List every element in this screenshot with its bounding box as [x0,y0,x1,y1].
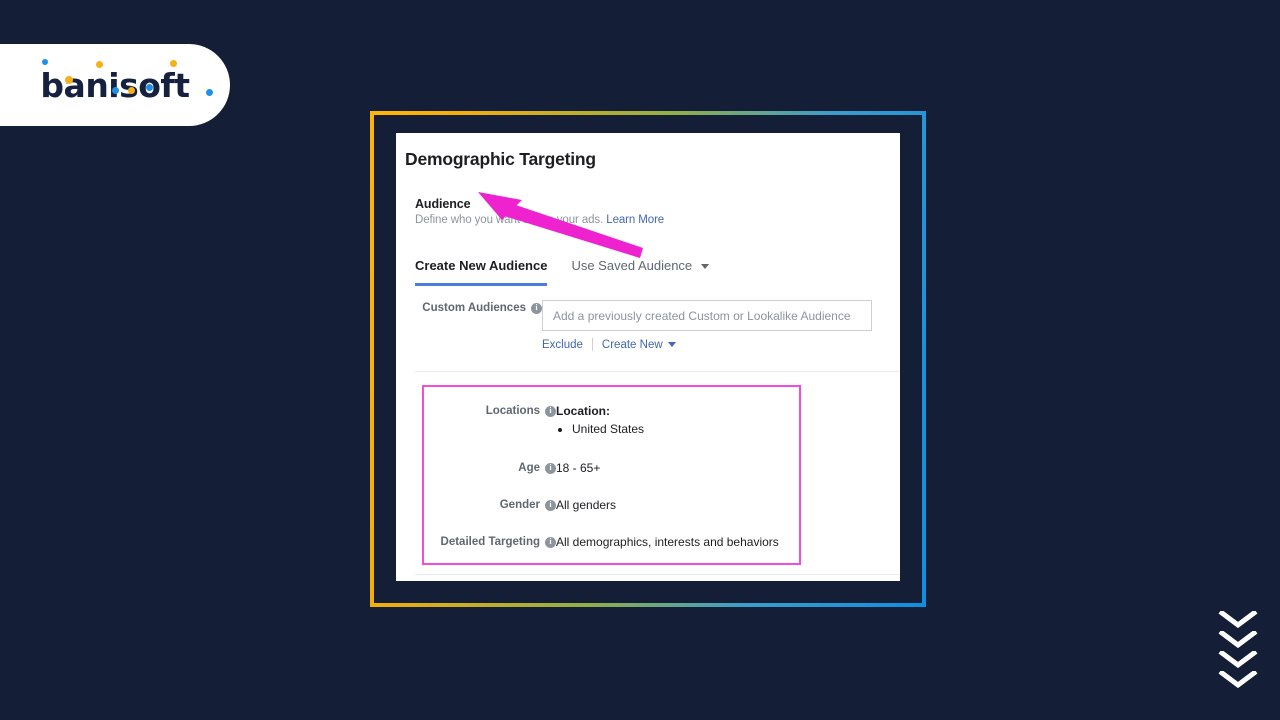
detailed-targeting-label: Detailed Targeting i [424,534,556,548]
list-item: United States [572,421,644,437]
chevron-down-icon [700,264,709,270]
audience-tabs: Create New Audience Use Saved Audience [415,258,900,286]
logo-dot-blue-period [206,88,214,96]
exclude-link[interactable]: Exclude [542,339,583,351]
info-icon[interactable]: i [545,462,556,474]
audience-heading: Audience [415,197,471,211]
section-divider-bottom [415,574,900,576]
custom-audiences-input[interactable]: Add a previously created Custom or Looka… [542,300,872,331]
logo-dot-blue-b [42,58,49,65]
info-icon[interactable]: i [545,499,556,511]
chevron-down-icon [1218,611,1258,629]
section-divider-top [415,371,900,372]
tab-create-new-audience[interactable]: Create New Audience [415,258,548,286]
scroll-down-hint[interactable] [1218,611,1258,690]
highlight-frame: Demographic Targeting Audience Define wh… [370,111,926,607]
age-label-text: Age [518,462,540,475]
age-row: Age i 18 - 65+ [424,460,799,475]
location-list: United States [556,421,644,437]
logo-dot-yellow-n [96,60,104,68]
gender-label-text: Gender [499,499,540,512]
locations-row: Locations i Location: United States [424,403,799,437]
targeting-summary-highlight: Locations i Location: United States Age … [422,385,801,566]
brand-name-text: banisoft [40,65,190,105]
brand-logo-pill: banisoft [0,44,230,126]
logo-dot-blue-i [112,86,120,94]
custom-audiences-control: Add a previously created Custom or Looka… [542,300,872,351]
detailed-targeting-label-text: Detailed Targeting [440,536,540,549]
chevron-down-icon [1218,631,1258,649]
brand-wordmark: banisoft [40,58,214,105]
locations-value: Location: United States [556,403,644,437]
info-icon[interactable]: i [545,405,556,417]
age-label: Age i [424,460,556,474]
locations-label: Locations i [424,403,556,417]
audience-description-text: Define who you want to see your ads. [415,214,604,226]
info-icon[interactable]: i [531,302,542,314]
custom-audiences-links: Exclude Create New [542,338,872,351]
tab-create-new-audience-label: Create New Audience [415,258,548,273]
age-value: 18 - 65+ [556,461,601,476]
learn-more-link[interactable]: Learn More [606,214,664,226]
logo-dot-yellow-s [128,86,136,94]
frame-inner-padding: Demographic Targeting Audience Define wh… [374,115,922,603]
logo-dot-yellow-a [65,75,74,84]
detailed-targeting-row: Detailed Targeting i All demographics, i… [424,534,799,549]
tab-use-saved-audience-label: Use Saved Audience [571,258,693,273]
tab-use-saved-audience[interactable]: Use Saved Audience [571,258,709,286]
create-new-link[interactable]: Create New [602,339,663,351]
demographic-targeting-card: Demographic Targeting Audience Define wh… [396,133,900,581]
audience-section-header: Audience Define who you want to see your… [396,170,900,226]
custom-audiences-row: Custom Audiences i Add a previously crea… [396,300,900,351]
locations-label-text: Locations [485,405,540,417]
chevron-down-icon [1218,651,1258,669]
audience-description: Define who you want to see your ads. Lea… [415,214,900,226]
create-new-dropdown[interactable]: Create New [602,339,676,351]
location-title: Location: [556,404,610,418]
page-title: Demographic Targeting [405,149,596,169]
custom-audiences-label-text: Custom Audiences [422,302,526,314]
info-icon[interactable]: i [545,536,556,548]
chevron-down-icon [667,341,676,347]
chevron-down-icon [1218,671,1258,689]
custom-audiences-label: Custom Audiences i [396,300,542,314]
logo-dot-yellow-f [170,59,178,67]
gender-value: All genders [556,498,617,513]
gender-row: Gender i All genders [424,497,799,512]
link-divider [591,338,593,351]
detailed-targeting-value: All demographics, interests and behavior… [556,535,779,550]
gender-label: Gender i [424,497,556,511]
logo-dot-blue-o [146,83,154,91]
